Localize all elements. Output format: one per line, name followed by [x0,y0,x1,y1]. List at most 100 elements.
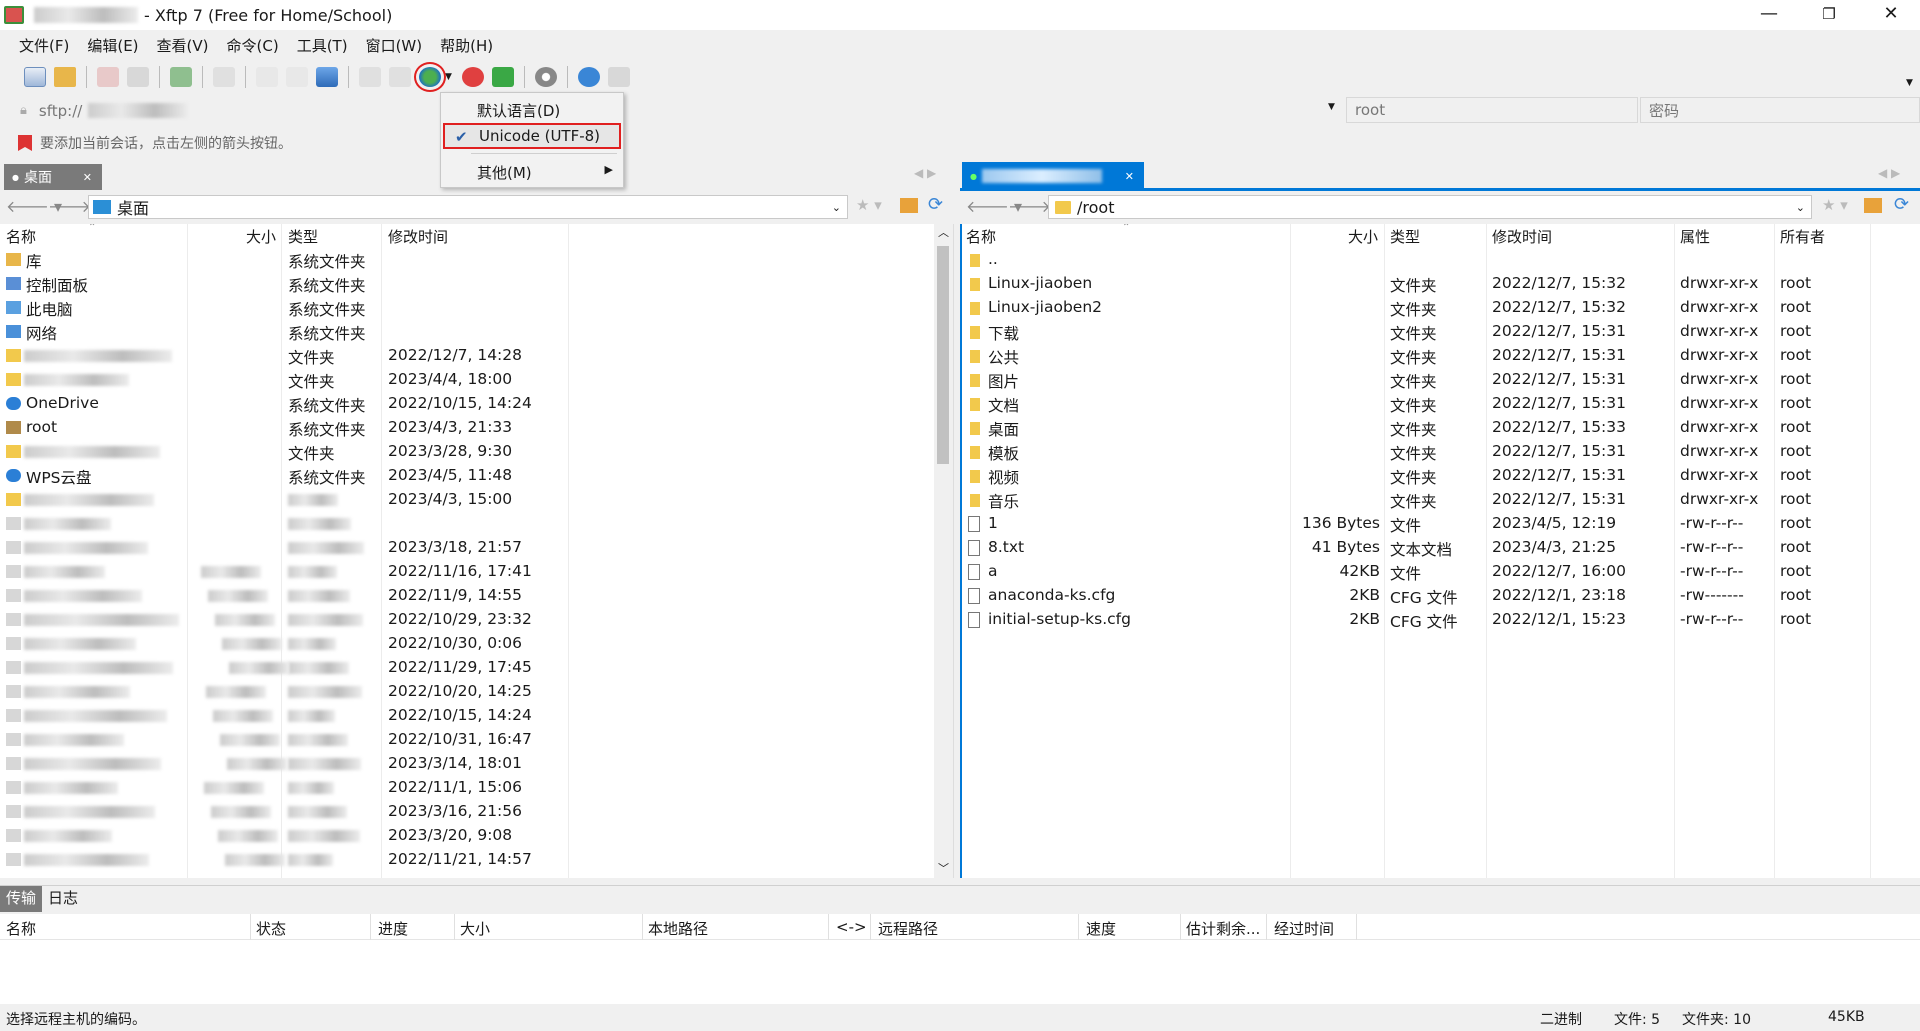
table-row[interactable]: 音乐 文件夹 2022/12/7, 15:31 drwxr-xr-x root [962,488,1920,512]
tr-col-direction[interactable]: <-> [836,918,867,936]
encoding-dropdown-arrow-icon[interactable]: ▼ [445,72,452,82]
minimize-button[interactable]: — [1740,0,1798,30]
tab-local-desktop[interactable]: ● 桌面 ✕ [4,164,102,190]
local-path-dropdown-icon[interactable]: ⌄ [832,201,841,214]
compare-icon[interactable] [389,67,411,87]
table-row[interactable]: WPS云盘 系统文件夹 2023/4/5, 11:48 [0,464,930,488]
copy-icon[interactable] [256,67,278,87]
tab-transfer[interactable]: 传输 [0,886,42,912]
view-icon[interactable] [213,67,235,87]
host-dropdown-icon[interactable]: ▼ [1328,102,1335,112]
table-row[interactable]: 此电脑 系统文件夹 [0,296,930,320]
table-row[interactable]: 2023/3/20, 9:08 [0,824,930,848]
table-row[interactable]: 2023/3/18, 21:57 [0,536,930,560]
col-header-type[interactable]: 类型 [288,224,318,248]
help-icon[interactable] [577,67,600,87]
bookmark-icon[interactable] [18,135,32,151]
table-row[interactable]: 2022/10/31, 16:47 [0,728,930,752]
table-row[interactable]: 2022/10/20, 14:25 [0,680,930,704]
remote-tab-close-icon[interactable]: ✕ [1125,170,1134,183]
menu-window[interactable]: 窗口(W) [357,35,432,56]
table-row[interactable]: initial-setup-ks.cfg 2KB CFG 文件 2022/12/1, … [962,608,1920,632]
table-row[interactable]: .. [962,248,1920,272]
local-scroll-thumb[interactable] [937,246,949,464]
table-row[interactable]: 2023/3/14, 18:01 [0,752,930,776]
paste-icon[interactable] [286,67,308,87]
local-refresh-icon[interactable]: ⟳ [928,194,943,215]
table-row[interactable]: 2022/11/21, 14:57 [0,848,930,872]
toolbar-overflow-icon[interactable]: ▼ [1906,78,1913,88]
menu-help[interactable]: 帮助(H) [431,35,502,56]
table-row[interactable]: 文档 文件夹 2022/12/7, 15:31 drwxr-xr-x root [962,392,1920,416]
username-field[interactable]: root [1346,97,1638,123]
table-row[interactable]: Linux-jiaoben 文件夹 2022/12/7, 15:32 drwxr-xr… [962,272,1920,296]
tr-col-speed[interactable]: 速度 [1086,918,1116,939]
local-tab-scroll-left-icon[interactable]: ◀ ▶ [914,166,936,180]
remote-col-header-attr[interactable]: 属性 [1680,224,1710,248]
scroll-up-icon[interactable]: ︿ [938,224,949,240]
restore-button[interactable]: ❐ [1800,0,1858,30]
menu-tools[interactable]: 工具(T) [288,35,357,56]
chat-icon[interactable] [607,67,630,87]
remote-path-dropdown-icon[interactable]: ⌄ [1796,201,1805,214]
xftp-icon[interactable] [491,67,514,87]
table-row[interactable]: 图片 文件夹 2022/12/7, 15:31 drwxr-xr-x root [962,368,1920,392]
remote-col-header-name[interactable]: 名称 [966,224,996,248]
table-row[interactable]: 2022/11/16, 17:41 [0,560,930,584]
table-row[interactable]: 2022/11/29, 17:45 [0,656,930,680]
open-folder-icon[interactable] [54,67,76,87]
tr-col-remote-path[interactable]: 远程路径 [878,918,938,939]
menu-other[interactable]: 其他(M) ▶ [443,159,621,185]
table-row[interactable]: 文件夹 2023/4/4, 18:00 [0,368,930,392]
table-row[interactable]: 下载 文件夹 2022/12/7, 15:31 drwxr-xr-x root [962,320,1920,344]
col-header-size[interactable]: 大小 [246,224,276,248]
remote-col-header-owner[interactable]: 所有者 [1780,224,1825,248]
table-row[interactable]: a 42KB 文件 2022/12/7, 16:00 -rw-r--r-- root [962,560,1920,584]
local-path-box[interactable]: 桌面 ⌄ [88,195,848,219]
menu-file[interactable]: 文件(F) [10,35,78,56]
remote-home-folder-icon[interactable] [1864,198,1882,213]
table-row[interactable]: 2023/4/3, 15:00 [0,488,930,512]
new-window-icon[interactable] [170,67,192,87]
menu-edit[interactable]: 编辑(E) [78,35,147,56]
remote-col-header-size[interactable]: 大小 [1348,224,1378,248]
close-button[interactable]: ✕ [1862,0,1920,30]
table-row[interactable]: 8.txt 41 Bytes 文本文档 2023/4/3, 21:25 -rw-r--r… [962,536,1920,560]
menu-command[interactable]: 命令(C) [218,35,288,56]
menu-unicode-utf8[interactable]: ✔ Unicode (UTF-8) [443,123,621,149]
tr-col-local-path[interactable]: 本地路径 [648,918,708,939]
new-session-icon[interactable] [24,67,46,87]
table-row[interactable]: 2022/10/29, 23:32 [0,608,930,632]
local-bookmark-star-icon[interactable]: ★ ▾ [856,196,882,214]
remote-col-header-date[interactable]: 修改时间 [1492,224,1552,248]
tab-close-icon[interactable]: ✕ [83,171,92,184]
table-row[interactable]: 2022/10/30, 0:06 [0,632,930,656]
remote-path-box[interactable]: /root ⌄ [1048,195,1812,219]
table-row[interactable]: 2022/10/15, 14:24 [0,704,930,728]
tr-col-eta[interactable]: 估计剩余... [1186,918,1260,939]
transfer-icon[interactable] [316,67,338,87]
password-field[interactable]: 密码 [1640,97,1920,123]
table-row[interactable]: Linux-jiaoben2 文件夹 2022/12/7, 15:32 drwxr-x… [962,296,1920,320]
sync-icon[interactable] [359,67,381,87]
table-row[interactable] [0,512,930,536]
encoding-globe-icon[interactable] [414,62,446,92]
xshell-icon[interactable] [461,67,484,87]
table-row[interactable]: 桌面 文件夹 2022/12/7, 15:33 drwxr-xr-x root [962,416,1920,440]
disconnect-icon[interactable] [97,67,119,87]
local-home-folder-icon[interactable] [900,198,918,213]
table-row[interactable]: 2022/11/9, 14:55 [0,584,930,608]
table-row[interactable]: 文件夹 2023/3/28, 9:30 [0,440,930,464]
table-row[interactable]: 文件夹 2022/12/7, 14:28 [0,344,930,368]
remote-tab-scroll-icon[interactable]: ◀ ▶ [1878,166,1900,180]
table-row[interactable]: root 系统文件夹 2023/4/3, 21:33 [0,416,930,440]
remote-col-header-type[interactable]: 类型 [1390,224,1420,248]
menu-view[interactable]: 查看(V) [148,35,218,56]
col-header-name[interactable]: 名称 [6,224,36,248]
table-row[interactable]: 模板 文件夹 2022/12/7, 15:31 drwxr-xr-x root [962,440,1920,464]
table-row[interactable]: 控制面板 系统文件夹 [0,272,930,296]
tr-col-progress[interactable]: 进度 [378,918,408,939]
remote-refresh-icon[interactable]: ⟳ [1894,194,1909,215]
table-row[interactable]: 网络 系统文件夹 [0,320,930,344]
tr-col-name[interactable]: 名称 [6,918,36,939]
